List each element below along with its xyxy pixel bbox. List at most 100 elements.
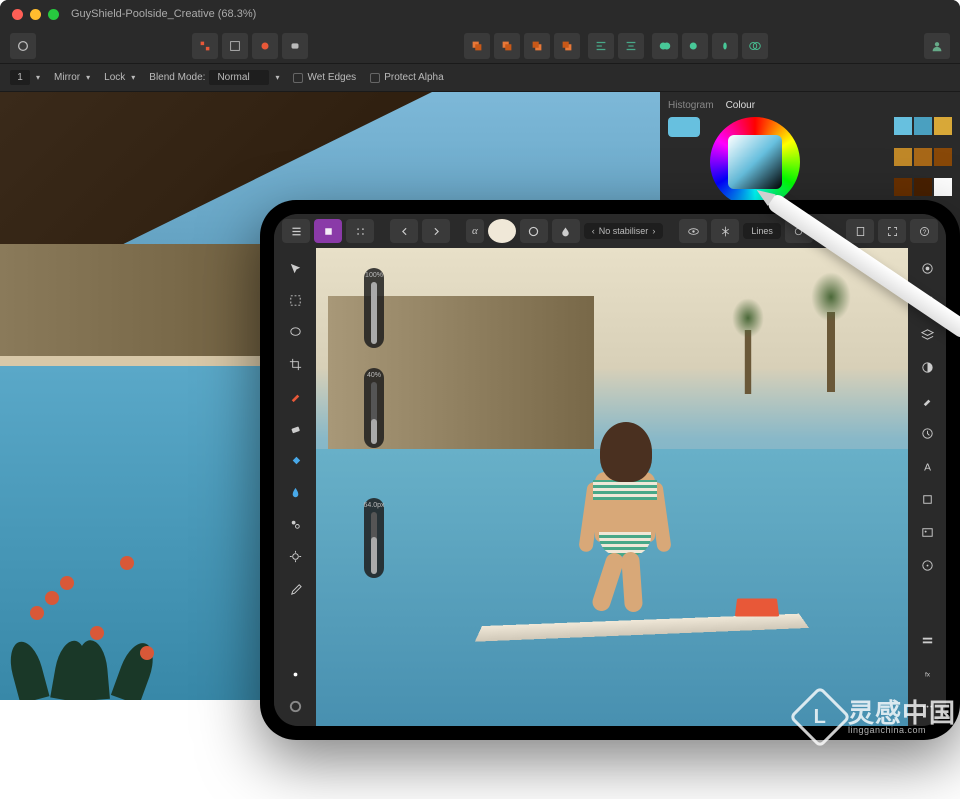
modifier-ring[interactable] — [281, 692, 309, 720]
ipad-artwork-illustration — [316, 248, 908, 726]
watermark: L 灵感中国 lingganchina.com — [798, 695, 956, 739]
svg-text:?: ? — [922, 228, 926, 235]
arrange-front-button[interactable] — [554, 33, 580, 59]
undo-button[interactable] — [390, 219, 418, 243]
boolean-subtract-button[interactable] — [682, 33, 708, 59]
symmetry-lines-control[interactable]: Lines — [743, 223, 781, 239]
quick-mask-button[interactable] — [520, 219, 548, 243]
ipad-canvas[interactable]: 100% 40% 64.0px — [316, 248, 908, 726]
watermark-text: 灵感中国 — [848, 700, 956, 726]
desktop-main-toolbar — [0, 28, 960, 64]
ipad-app-screen: α ‹No stabiliser› Lines ? — [274, 214, 946, 726]
alpha-button[interactable]: α — [466, 219, 484, 243]
wet-edges-checkbox[interactable]: Wet Edges — [293, 72, 356, 83]
lasso-tool[interactable] — [281, 318, 309, 346]
swatch[interactable] — [914, 178, 932, 196]
arrange-back-button[interactable] — [464, 33, 490, 59]
eraser-tool[interactable] — [281, 414, 309, 442]
maximize-window-button[interactable] — [48, 9, 59, 20]
watermark-logo-icon: L — [789, 686, 851, 748]
home-persona-button[interactable] — [314, 219, 342, 243]
document-menu-button[interactable] — [846, 219, 874, 243]
paint-brush-tool[interactable] — [281, 382, 309, 410]
minimize-window-button[interactable] — [30, 9, 41, 20]
selection-tool[interactable] — [281, 286, 309, 314]
mirror-option[interactable]: Mirror▾ — [54, 72, 90, 83]
grid-icon[interactable] — [346, 219, 374, 243]
text-studio-button[interactable]: A — [913, 452, 941, 480]
boolean-intersect-button[interactable] — [712, 33, 738, 59]
colour-swatches-grid — [894, 117, 952, 207]
boolean-divide-button[interactable] — [742, 33, 768, 59]
persona-toggle-button[interactable] — [10, 33, 36, 59]
chevron-down-icon: ▾ — [36, 73, 40, 82]
brush-size-slider[interactable]: 64.0px — [364, 498, 384, 578]
swatch[interactable] — [934, 148, 952, 166]
swatch[interactable] — [934, 117, 952, 135]
layers-studio-button[interactable] — [913, 320, 941, 348]
snapping-button[interactable] — [192, 33, 218, 59]
fill-tool[interactable] — [281, 446, 309, 474]
dodge-tool[interactable] — [281, 542, 309, 570]
channels-button[interactable] — [913, 626, 941, 654]
account-button[interactable] — [924, 33, 950, 59]
align-left-button[interactable] — [588, 33, 614, 59]
ipad-device: α ‹No stabiliser› Lines ? — [260, 200, 960, 740]
swatch[interactable] — [914, 117, 932, 135]
menu-button[interactable] — [282, 219, 310, 243]
colour-studio-button[interactable] — [913, 254, 941, 282]
symmetry-button[interactable] — [711, 219, 739, 243]
document-title: GuyShield-Poolside_Creative (68.3%) — [71, 8, 256, 20]
arrange-forward-button[interactable] — [524, 33, 550, 59]
swatch[interactable] — [894, 178, 912, 196]
swatch[interactable] — [894, 117, 912, 135]
smudge-tool[interactable] — [281, 478, 309, 506]
modifier-dot[interactable] — [281, 660, 309, 688]
close-window-button[interactable] — [12, 9, 23, 20]
ipad-tools-sidebar — [274, 248, 316, 726]
swatch[interactable] — [894, 148, 912, 166]
stabiliser-dropdown[interactable]: ‹No stabiliser› — [584, 223, 664, 239]
chevron-down-icon: ▾ — [275, 73, 279, 82]
primary-colour-swatch[interactable] — [668, 117, 700, 137]
eye-preview-button[interactable] — [679, 219, 707, 243]
protect-alpha-checkbox[interactable]: Protect Alpha — [370, 72, 443, 83]
brush-width-field[interactable]: 1 — [10, 70, 30, 85]
move-tool[interactable] — [281, 254, 309, 282]
arrange-backward-button[interactable] — [494, 33, 520, 59]
fx-button[interactable]: fx — [913, 659, 941, 687]
grid-button[interactable] — [222, 33, 248, 59]
transform-studio-button[interactable] — [913, 485, 941, 513]
boolean-add-button[interactable] — [652, 33, 678, 59]
blend-mode-label: Blend Mode: — [149, 72, 205, 83]
watermark-url: lingganchina.com — [848, 726, 956, 735]
desktop-titlebar: GuyShield-Poolside_Creative (68.3%) — [0, 0, 960, 28]
chevron-down-icon: ▾ — [131, 73, 135, 82]
brush-flow-slider[interactable]: 40% — [364, 368, 384, 448]
history-studio-button[interactable] — [913, 419, 941, 447]
colour-chip-button[interactable] — [488, 219, 516, 243]
histogram-tab[interactable]: Histogram — [668, 100, 714, 111]
svg-text:fx: fx — [924, 671, 930, 678]
adjustments-studio-button[interactable] — [913, 353, 941, 381]
colour-tab[interactable]: Colour — [726, 100, 755, 111]
desktop-context-toolbar: 1 ▾ Mirror▾ Lock▾ Blend Mode: Normal ▾ Wet … — [0, 64, 960, 92]
stock-studio-button[interactable] — [913, 518, 941, 546]
brushes-studio-button[interactable] — [913, 386, 941, 414]
navigator-studio-button[interactable] — [913, 551, 941, 579]
brush-opacity-slider[interactable]: 100% — [364, 268, 384, 348]
swatch[interactable] — [934, 178, 952, 196]
crop-tool[interactable] — [281, 350, 309, 378]
help-button[interactable]: ? — [910, 219, 938, 243]
redo-button[interactable] — [422, 219, 450, 243]
lock-option[interactable]: Lock▾ — [104, 72, 135, 83]
blend-mode-select[interactable]: Normal — [209, 70, 269, 85]
preview-button[interactable] — [282, 33, 308, 59]
fullscreen-button[interactable] — [878, 219, 906, 243]
eyedropper-tool[interactable] — [281, 574, 309, 602]
swatch[interactable] — [914, 148, 932, 166]
assistant-button[interactable] — [252, 33, 278, 59]
wet-edges-icon[interactable] — [552, 219, 580, 243]
clone-tool[interactable] — [281, 510, 309, 538]
align-center-button[interactable] — [618, 33, 644, 59]
